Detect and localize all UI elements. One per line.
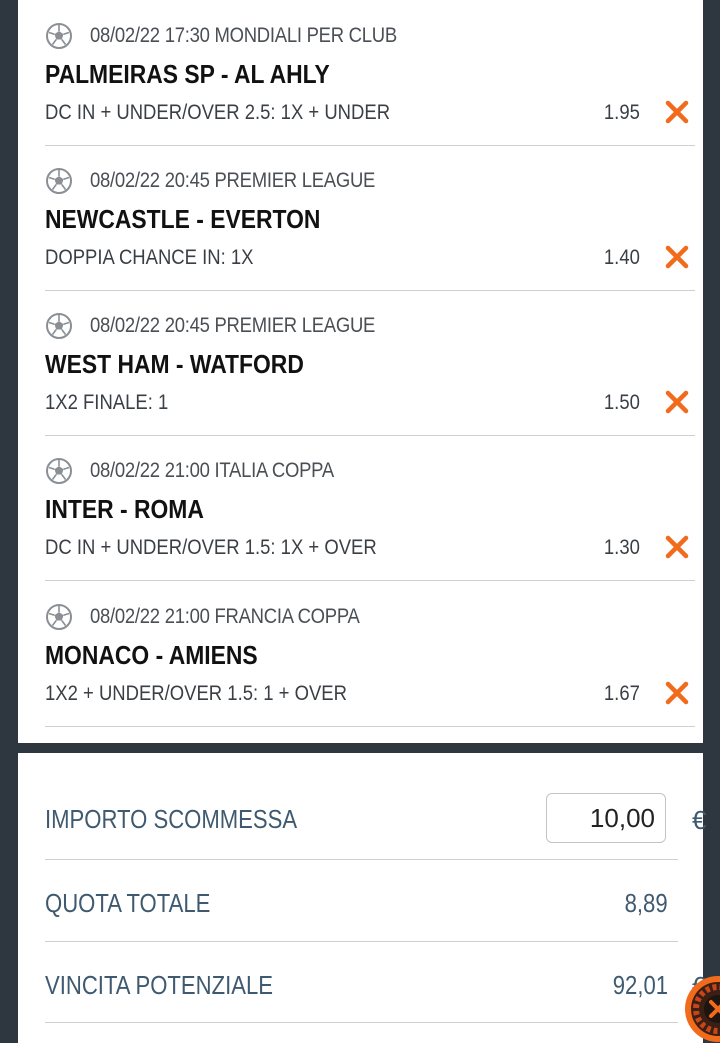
bet-selection: 1X2 + UNDER/OVER 1.5: 1 + OVER (45, 682, 347, 705)
bet-selection: DC IN + UNDER/OVER 2.5: 1X + UNDER (45, 101, 391, 124)
bet-item: 08/02/22 21:00 FRANCIA COPPA MONACO - AM… (45, 581, 695, 727)
bet-odds: 1.40 (604, 246, 640, 269)
remove-bet-close-icon[interactable] (663, 98, 691, 126)
bet-datetime-competition: 08/02/22 21:00 FRANCIA COPPA (90, 605, 360, 628)
soccer-ball-icon (46, 168, 72, 194)
bet-datetime-competition: 08/02/22 20:45 PREMIER LEAGUE (90, 314, 376, 337)
bet-match-name: INTER - ROMA (45, 494, 204, 524)
bet-datetime-competition: 08/02/22 21:00 ITALIA COPPA (90, 459, 334, 482)
bet-selection: DC IN + UNDER/OVER 1.5: 1X + OVER (45, 536, 377, 559)
bet-selection: 1X2 FINALE: 1 (45, 391, 169, 414)
bet-match-name: PALMEIRAS SP - AL AHLY (45, 59, 330, 89)
stake-currency: € (692, 805, 707, 835)
remove-bet-close-icon[interactable] (663, 243, 691, 271)
bet-match-name: NEWCASTLE - EVERTON (45, 204, 321, 234)
bet-odds: 1.95 (604, 101, 640, 124)
bet-header: 08/02/22 20:45 PREMIER LEAGUE (45, 312, 414, 340)
bet-summary: IMPORTO SCOMMESSA € QUOTA TOTALE 8,89 VI… (18, 753, 706, 1043)
bet-item: 08/02/22 20:45 PREMIER LEAGUE NEWCASTLE … (45, 145, 695, 291)
bet-datetime-competition: 08/02/22 20:45 PREMIER LEAGUE (90, 169, 376, 192)
bet-header: 08/02/22 21:00 FRANCIA COPPA (45, 603, 396, 631)
bet-header: 08/02/22 20:45 PREMIER LEAGUE (45, 167, 414, 195)
remove-bet-close-icon[interactable] (663, 533, 691, 561)
stake-input[interactable] (546, 793, 666, 843)
bet-item: 08/02/22 20:45 PREMIER LEAGUE WEST HAM -… (45, 290, 695, 436)
bet-datetime-competition: 08/02/22 17:30 MONDIALI PER CLUB (90, 24, 397, 47)
bet-odds: 1.67 (604, 682, 640, 705)
soccer-ball-icon (46, 23, 72, 49)
roulette-icon[interactable] (684, 975, 720, 1043)
bet-match-name: MONACO - AMIENS (45, 640, 258, 670)
bet-header: 08/02/22 21:00 ITALIA COPPA (45, 457, 367, 485)
bet-header: 08/02/22 17:30 MONDIALI PER CLUB (45, 22, 439, 50)
remove-bet-close-icon[interactable] (663, 679, 691, 707)
potential-win-row: VINCITA POTENZIALE 92,01 € (45, 941, 706, 1023)
total-odds-value: 8,89 (624, 888, 668, 918)
potential-win-value: 92,01 (612, 970, 668, 1000)
soccer-ball-icon (46, 313, 72, 339)
bet-match-name: WEST HAM - WATFORD (45, 349, 304, 379)
bet-odds: 1.30 (604, 536, 640, 559)
potential-win-label: VINCITA POTENZIALE (45, 970, 274, 1000)
bet-slip-selections: 08/02/22 17:30 MONDIALI PER CLUB PALMEIR… (18, 0, 703, 743)
bet-selection: DOPPIA CHANCE IN: 1X (45, 246, 254, 269)
bet-item: 08/02/22 17:30 MONDIALI PER CLUB PALMEIR… (45, 0, 695, 146)
stake-label: IMPORTO SCOMMESSA (45, 804, 298, 834)
stake-row: IMPORTO SCOMMESSA € (45, 753, 706, 860)
soccer-ball-icon (46, 604, 72, 630)
bet-item: 08/02/22 21:00 ITALIA COPPA INTER - ROMA… (45, 435, 695, 581)
total-odds-row: QUOTA TOTALE 8,89 (45, 859, 678, 942)
total-odds-label: QUOTA TOTALE (45, 888, 211, 918)
bet-odds: 1.50 (604, 391, 640, 414)
soccer-ball-icon (46, 458, 72, 484)
remove-bet-close-icon[interactable] (663, 388, 691, 416)
